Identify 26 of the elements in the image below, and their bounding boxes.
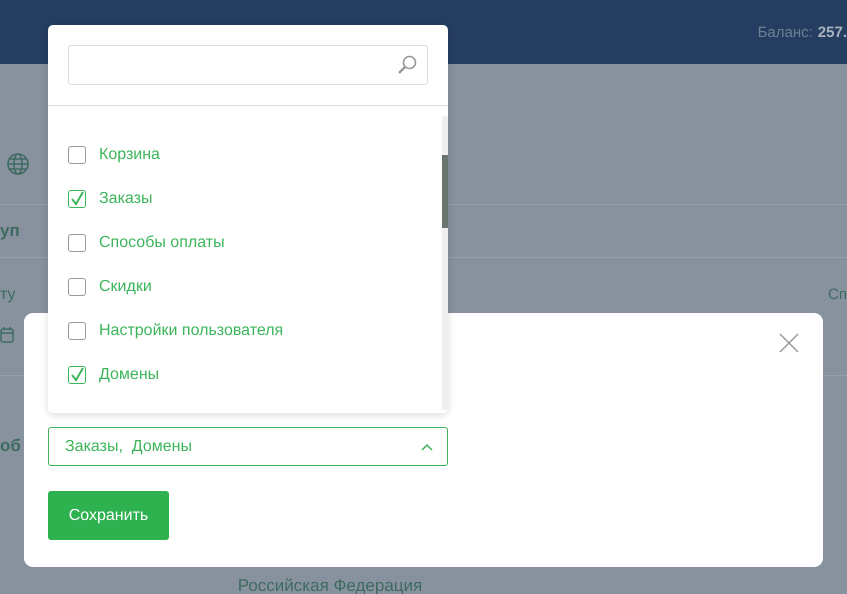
balance-value: 257. (818, 24, 847, 40)
checkbox[interactable] (68, 278, 86, 296)
save-button[interactable]: Сохранить (48, 491, 169, 540)
checkbox[interactable] (68, 322, 86, 340)
checkbox[interactable] (68, 234, 86, 252)
checkbox-option[interactable]: Домены (48, 353, 442, 397)
checkbox[interactable] (68, 190, 86, 208)
checkbox-option[interactable]: Корзина (48, 133, 442, 177)
checkbox[interactable] (68, 146, 86, 164)
close-icon[interactable] (779, 333, 799, 353)
card-title: ту (0, 286, 16, 304)
section-heading: уп (0, 221, 20, 241)
card-title: Сп (828, 285, 847, 303)
checkbox-option[interactable]: Заказы (48, 177, 442, 221)
select-field[interactable]: Заказы, Домены (48, 427, 448, 466)
balance-label: Баланс: (758, 24, 813, 40)
globe-icon (6, 152, 30, 176)
search-field[interactable] (68, 45, 428, 85)
search-icon (397, 55, 417, 75)
calendar-icon (0, 326, 14, 344)
checkbox-option[interactable]: Настройки пользователя (48, 309, 442, 353)
scrollbar[interactable] (442, 116, 448, 410)
checkbox-option[interactable]: Способы оплаты (48, 221, 442, 265)
checkbox-option[interactable]: Скидки (48, 265, 442, 309)
checkbox[interactable] (68, 366, 86, 384)
section-heading: об (0, 436, 21, 456)
